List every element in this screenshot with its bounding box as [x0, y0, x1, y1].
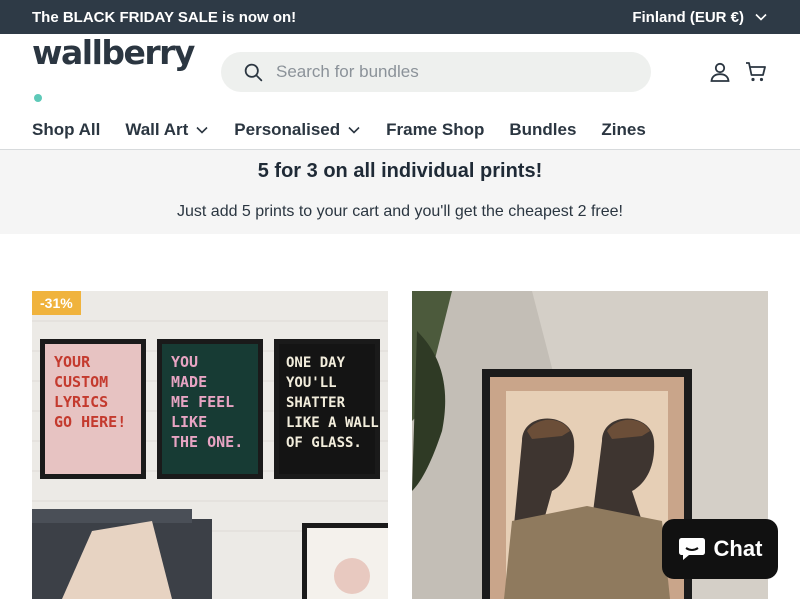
- nav-label: Shop All: [32, 119, 101, 139]
- svg-text:GO HERE!: GO HERE!: [54, 413, 126, 431]
- svg-text:LYRICS: LYRICS: [54, 393, 108, 411]
- chevron-down-icon: [348, 126, 360, 134]
- region-label: Finland (EUR €): [632, 8, 744, 26]
- svg-text:SHATTER: SHATTER: [286, 395, 346, 411]
- svg-text:YOUR: YOUR: [54, 353, 91, 371]
- svg-text:THE ONE.: THE ONE.: [171, 433, 243, 451]
- logo[interactable]: wallberry: [32, 33, 195, 111]
- svg-text:LIKE: LIKE: [171, 413, 207, 431]
- nav-label: Frame Shop: [386, 119, 485, 139]
- nav-label: Bundles: [509, 119, 577, 139]
- announcement-bar: The BLACK FRIDAY SALE is now on! Finland…: [0, 0, 800, 34]
- site-header: wallberry: [0, 33, 800, 111]
- svg-text:CUSTOM: CUSTOM: [54, 373, 108, 391]
- product-image: YOUR CUSTOM LYRICS GO HERE! YOU MADE ME …: [32, 291, 388, 599]
- svg-text:YOU: YOU: [171, 353, 198, 371]
- promo-banner: 5 for 3 on all individual prints! Just a…: [0, 150, 800, 234]
- discount-badge: -31%: [32, 291, 81, 315]
- chevron-down-icon: [755, 13, 767, 21]
- nav-item-wall-art[interactable]: Wall Art: [125, 120, 209, 140]
- chevron-down-icon: [196, 126, 208, 134]
- svg-text:ONE DAY: ONE DAY: [286, 355, 346, 371]
- logo-dot: [34, 94, 42, 102]
- cart-icon[interactable]: [744, 60, 768, 84]
- svg-text:LIKE A WALL: LIKE A WALL: [286, 415, 379, 431]
- nav-item-personalised[interactable]: Personalised: [234, 120, 361, 140]
- nav-label: Wall Art: [125, 119, 189, 139]
- promo-subtitle: Just add 5 prints to your cart and you'l…: [177, 203, 623, 220]
- search-bar[interactable]: [221, 52, 651, 92]
- promo-title: 5 for 3 on all individual prints!: [257, 160, 543, 182]
- svg-text:YOU'LL: YOU'LL: [286, 375, 337, 391]
- nav-item-bundles[interactable]: Bundles: [509, 120, 576, 140]
- search-input[interactable]: [276, 62, 616, 82]
- region-selector[interactable]: Finland (EUR €): [632, 9, 768, 26]
- chat-button[interactable]: Chat: [662, 519, 778, 579]
- nav-label: Zines: [601, 119, 646, 139]
- search-icon: [244, 63, 263, 81]
- main-nav: Shop All Wall Art Personalised Frame Sho…: [0, 110, 800, 150]
- nav-item-shop-all[interactable]: Shop All: [32, 120, 100, 140]
- nav-label: Personalised: [234, 119, 341, 139]
- svg-text:OF GLASS.: OF GLASS.: [286, 435, 362, 451]
- svg-text:ME FEEL: ME FEEL: [171, 393, 234, 411]
- announcement-text: The BLACK FRIDAY SALE is now on!: [32, 8, 297, 26]
- svg-text:MADE: MADE: [171, 373, 207, 391]
- account-icon[interactable]: [708, 60, 732, 84]
- nav-item-zines[interactable]: Zines: [601, 120, 645, 140]
- nav-item-frame-shop[interactable]: Frame Shop: [386, 120, 484, 140]
- chat-icon: [678, 538, 705, 560]
- chat-label: Chat: [713, 536, 763, 561]
- product-card[interactable]: -31% YOUR CUSTOM LYRICS GO HERE! YOU MAD…: [32, 291, 388, 599]
- logo-text: wallberry: [32, 33, 195, 72]
